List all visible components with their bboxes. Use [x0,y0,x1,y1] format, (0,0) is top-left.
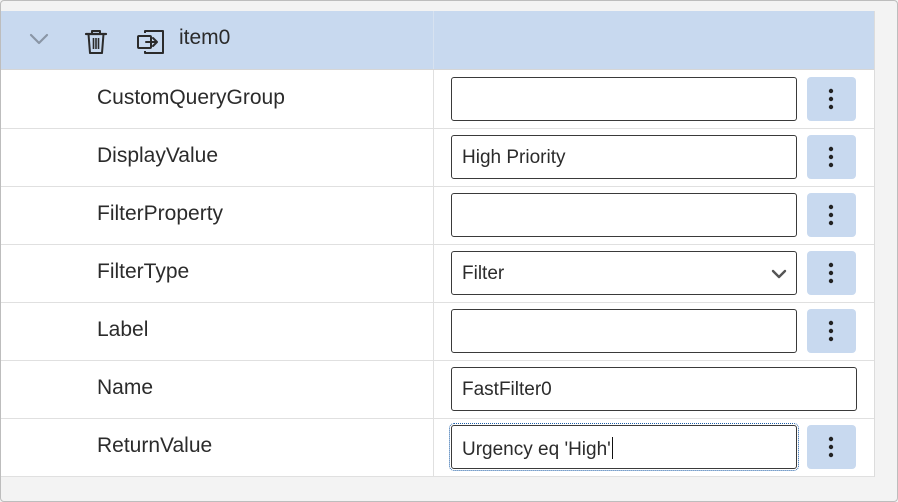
property-row-return-value: ReturnValue Urgency eq 'High' [1,418,874,477]
property-row-filter-type: FilterType Filter [1,244,874,303]
custom-query-group-input[interactable] [451,77,797,121]
column-divider [433,70,434,128]
property-row-name: Name FastFilter0 [1,360,874,419]
filter-property-input[interactable] [451,193,797,237]
property-label: Name [97,376,154,399]
property-label: CustomQueryGroup [97,86,285,109]
input-value: High Priority [462,147,566,168]
column-divider [433,11,434,69]
column-divider [433,128,434,186]
column-divider [433,418,434,476]
item-header: item0 [1,11,874,70]
property-panel: item0 CustomQueryGroup DisplayValue High… [0,0,898,502]
trash-icon[interactable] [83,28,109,61]
vertical-ellipsis-icon [828,262,834,284]
input-value: FastFilter0 [462,379,552,400]
property-label: FilterType [97,260,190,283]
property-row-custom-query-group: CustomQueryGroup [1,70,874,129]
property-label: Label [97,318,149,341]
vertical-ellipsis-icon [828,436,834,458]
return-value-input[interactable]: Urgency eq 'High' [449,423,799,471]
vertical-ellipsis-icon [828,204,834,226]
chevron-down-icon[interactable] [29,32,49,51]
text-caret [611,437,613,459]
property-row-filter-property: FilterProperty [1,186,874,245]
column-divider [433,360,434,418]
filter-type-select[interactable]: Filter [451,251,797,295]
more-options-button[interactable] [807,425,856,469]
vertical-ellipsis-icon [828,320,834,342]
display-value-input[interactable]: High Priority [451,135,797,179]
select-value: Filter [462,263,505,284]
label-input[interactable] [451,309,797,353]
property-label: FilterProperty [97,202,224,225]
move-to-icon[interactable] [136,28,166,61]
name-input[interactable]: FastFilter0 [451,367,857,411]
item-title: item0 [179,26,231,49]
more-options-button[interactable] [807,193,856,237]
vertical-ellipsis-icon [828,146,834,168]
input-value: Urgency eq 'High' [462,437,613,461]
column-divider [433,302,434,360]
property-grid: item0 CustomQueryGroup DisplayValue High… [1,11,875,477]
more-options-button[interactable] [807,251,856,295]
chevron-down-icon [771,267,787,285]
column-divider [433,186,434,244]
vertical-ellipsis-icon [828,88,834,110]
column-divider [433,244,434,302]
property-row-label: Label [1,302,874,361]
more-options-button[interactable] [807,135,856,179]
input-text: Urgency eq 'High' [462,439,611,460]
property-label: DisplayValue [97,144,219,167]
property-row-display-value: DisplayValue High Priority [1,128,874,187]
more-options-button[interactable] [807,309,856,353]
property-label: ReturnValue [97,434,213,457]
more-options-button[interactable] [807,77,856,121]
